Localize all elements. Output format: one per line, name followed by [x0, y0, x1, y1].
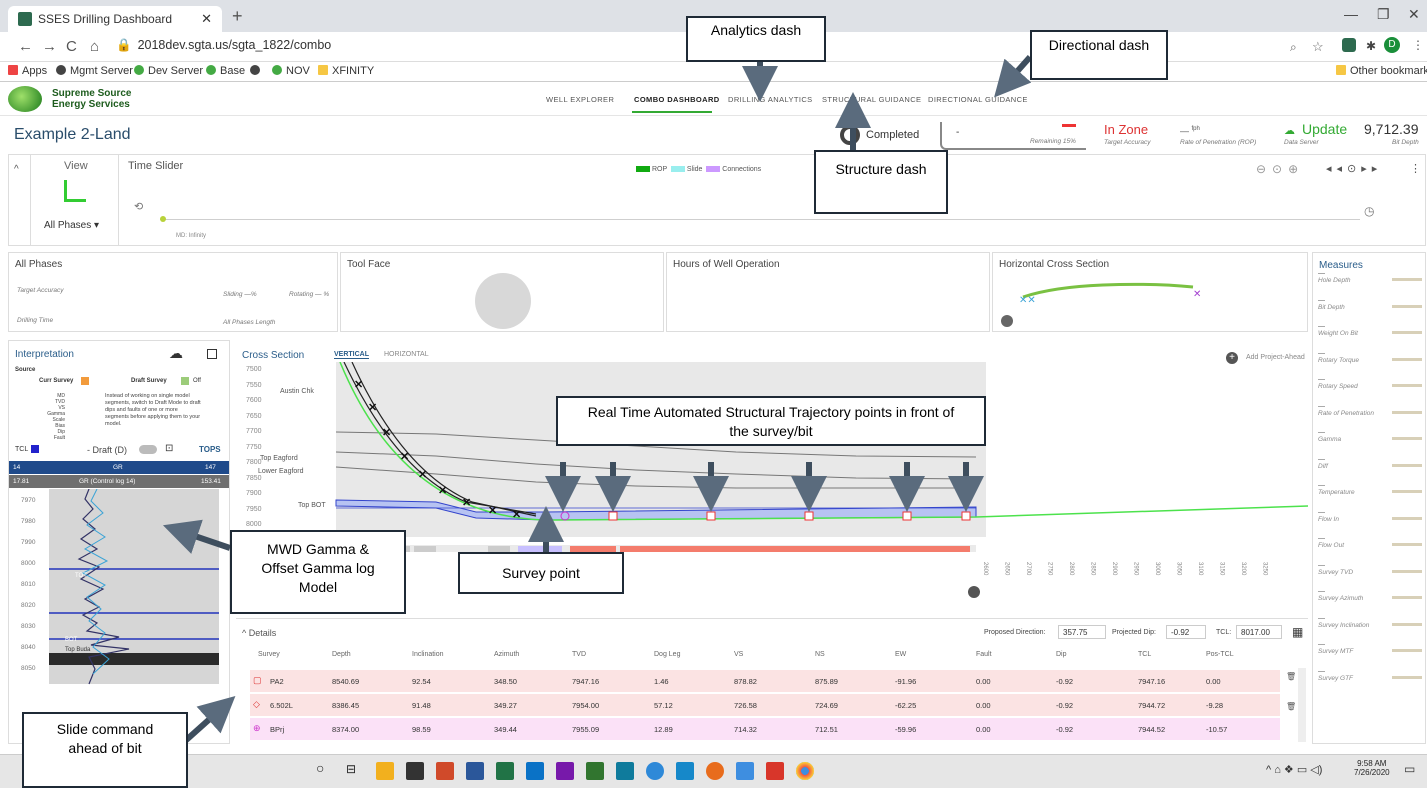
measure-item: — Survey MTF	[1318, 641, 1422, 655]
measure-value: —	[1318, 455, 1325, 463]
measure-bar	[1392, 543, 1422, 546]
measure-item: — Temperature	[1318, 482, 1422, 496]
measure-item: — Diff	[1318, 456, 1422, 470]
measure-value: —	[1318, 535, 1325, 542]
measure-bar	[1392, 331, 1422, 334]
measure-value: —	[1318, 482, 1325, 489]
measure-item: — Survey TVD	[1318, 562, 1422, 576]
measure-bar	[1392, 278, 1422, 281]
measure-item: — Flow Out	[1318, 535, 1422, 549]
measure-item: — Rotary Torque	[1318, 350, 1422, 364]
measure-bar	[1392, 357, 1422, 361]
measure-bar	[1392, 490, 1422, 493]
measure-bar	[1392, 622, 1422, 626]
measure-item: — Rotary Speed	[1318, 376, 1422, 390]
measure-value: —	[1318, 588, 1325, 595]
measure-item: — Hole Depth	[1318, 270, 1422, 284]
measure-value: —	[1318, 614, 1325, 622]
measure-bar	[1392, 675, 1422, 679]
measure-value: —	[1318, 561, 1325, 569]
measure-item: — Flow In	[1318, 509, 1422, 523]
measure-bar	[1392, 410, 1422, 414]
measure-value: —	[1318, 402, 1325, 410]
measure-value: —	[1318, 508, 1325, 516]
measure-value: —	[1318, 667, 1325, 675]
measure-item: — Survey GTF	[1318, 668, 1422, 682]
measure-item: — Gamma	[1318, 429, 1422, 443]
measure-item: — Survey Inclination	[1318, 615, 1422, 629]
measure-value: —	[1318, 641, 1325, 648]
measure-bar	[1392, 516, 1422, 520]
measure-value: —	[1318, 376, 1325, 383]
measure-item: — Bit Depth	[1318, 297, 1422, 311]
measure-bar	[1392, 463, 1422, 467]
measure-item: — Weight On Bit	[1318, 323, 1422, 337]
callout-arrows	[162, 55, 1033, 745]
measure-value: —	[1318, 323, 1325, 330]
measure-bar	[1392, 437, 1422, 440]
annotation-survey: Survey point	[458, 552, 624, 594]
measure-value: —	[1318, 429, 1325, 436]
measure-bar	[1392, 596, 1422, 599]
measure-item: — Survey Azimuth	[1318, 588, 1422, 602]
measure-bar	[1392, 649, 1422, 652]
annotation-slide: Slide command ahead of bit	[22, 712, 188, 788]
measure-bar	[1392, 304, 1422, 308]
annotation-directional: Directional dash	[1030, 30, 1168, 80]
annotation-structure: Structure dash	[814, 150, 948, 214]
annotation-mwd: MWD Gamma & Offset Gamma log Model	[230, 530, 406, 614]
measure-item: — Rate of Penetration	[1318, 403, 1422, 417]
measure-value: —	[1318, 349, 1325, 357]
annotation-analytics: Analytics dash	[686, 16, 826, 62]
measure-bar	[1392, 384, 1422, 387]
measure-value: —	[1318, 296, 1325, 304]
measure-value: —	[1318, 270, 1325, 277]
annotation-realtime: Real Time Automated Structural Trajector…	[556, 396, 986, 446]
measure-bar	[1392, 569, 1422, 573]
